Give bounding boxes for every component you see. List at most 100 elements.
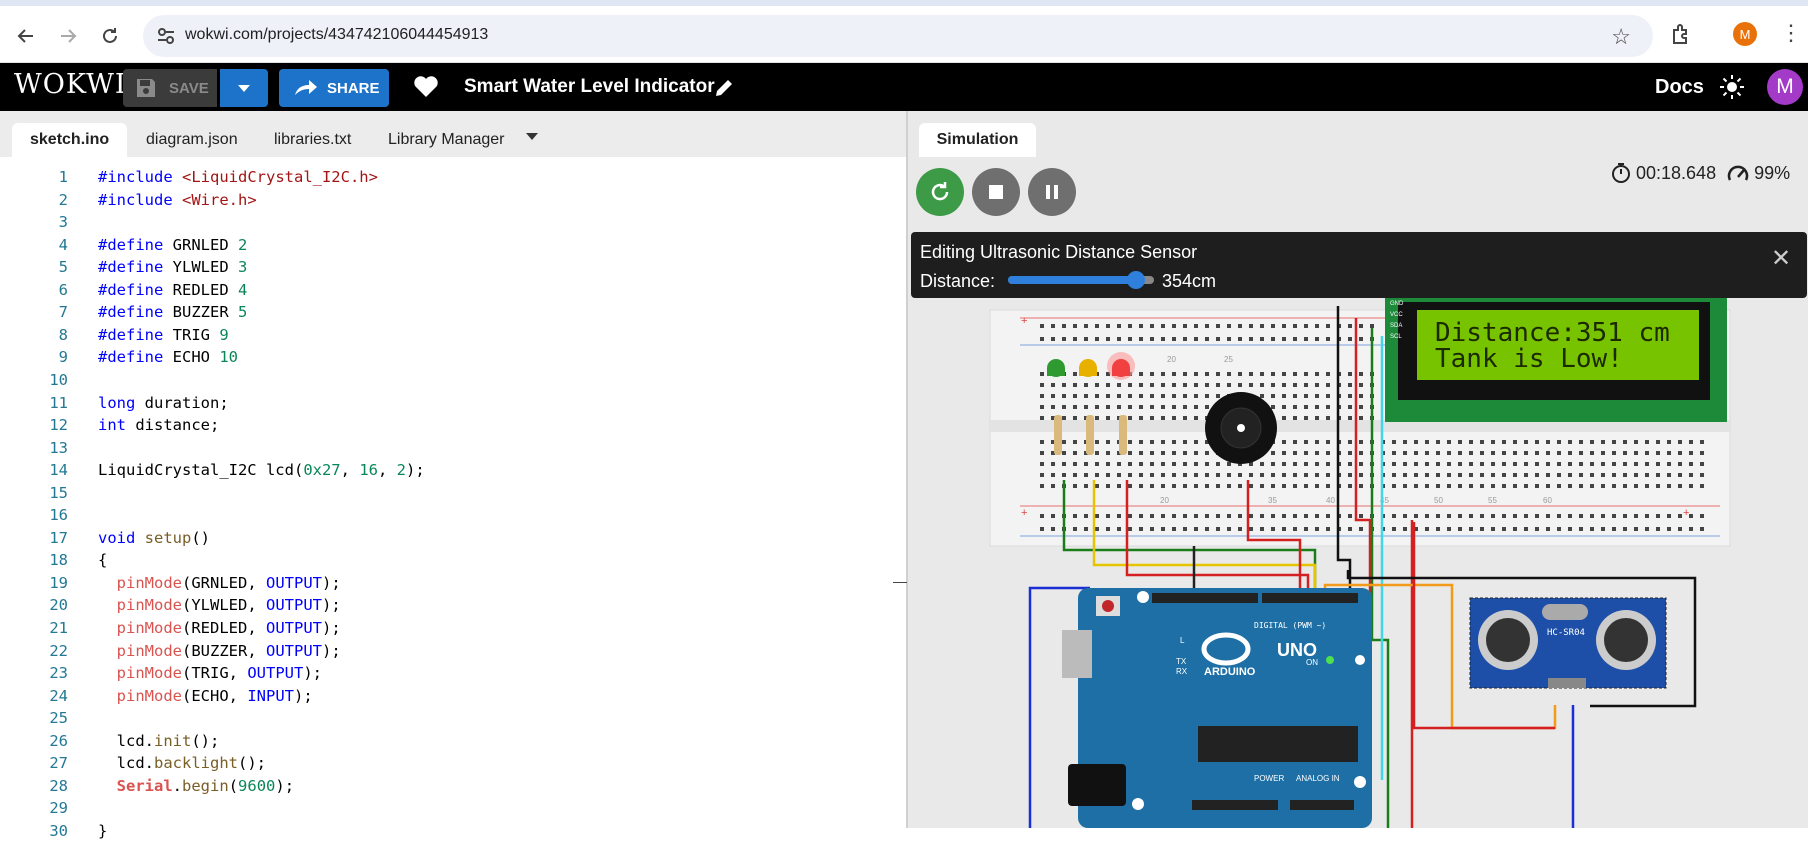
theme-toggle-icon[interactable] [1719,74,1745,100]
menu-dots-icon[interactable]: ⋮ [1780,20,1802,46]
code-line[interactable]: 19 pinMode(GRNLED, OUTPUT); [0,574,890,596]
line-code[interactable]: void setup() [98,529,210,547]
breadboard-hole [1106,473,1110,477]
code-line[interactable]: 24 pinMode(ECHO, INPUT); [0,687,890,709]
back-icon[interactable] [10,20,42,52]
tab-libraries-txt[interactable]: libraries.txt [256,123,369,157]
stop-button[interactable] [972,168,1020,216]
url-text[interactable]: wokwi.com/projects/434742106044454913 [185,26,488,44]
line-code[interactable]: #define TRIG 9 [98,326,229,344]
code-line[interactable]: 20 pinMode(YLWLED, OUTPUT); [0,596,890,618]
tabs-more-chevron-icon[interactable] [526,133,538,140]
heart-icon[interactable] [413,75,439,99]
line-code[interactable]: { [98,551,107,569]
distance-slider-thumb[interactable] [1127,271,1146,289]
code-line[interactable]: 14 LiquidCrystal_I2C lcd(0x27, 16, 2); [0,461,890,483]
bookmark-star-icon[interactable]: ☆ [1611,24,1631,50]
line-code[interactable]: pinMode(YLWLED, OUTPUT); [98,596,341,614]
line-code[interactable]: pinMode(TRIG, OUTPUT); [98,664,322,682]
code-line[interactable]: 11 long duration; [0,394,890,416]
line-code[interactable]: LiquidCrystal_I2C lcd(0x27, 16, 2); [98,461,425,479]
line-code[interactable]: #include <LiquidCrystal_I2C.h> [98,168,378,186]
code-line[interactable]: 9 #define ECHO 10 [0,348,890,370]
buzzer[interactable] [1205,392,1277,464]
line-code[interactable]: pinMode(GRNLED, OUTPUT); [98,574,341,592]
led-yellow[interactable] [1079,359,1097,377]
line-code[interactable]: #define ECHO 10 [98,348,238,366]
save-dropdown-button[interactable] [220,69,268,107]
reload-icon[interactable] [94,20,126,52]
forward-icon[interactable] [52,20,84,52]
code-line[interactable]: 18 { [0,551,890,573]
code-line[interactable]: 29 [0,799,890,821]
code-line[interactable]: 13 [0,439,890,461]
code-line[interactable]: 1 #include <LiquidCrystal_I2C.h> [0,168,890,190]
code-line[interactable]: 28 Serial.begin(9600); [0,777,890,799]
browser-profile-avatar[interactable]: M [1733,22,1757,46]
code-line[interactable]: 21 pinMode(REDLED, OUTPUT); [0,619,890,641]
save-button[interactable]: SAVE [123,69,217,107]
tab-simulation[interactable]: Simulation [919,123,1036,157]
line-code[interactable]: #define BUZZER 5 [98,303,247,321]
line-code[interactable]: #define YLWLED 3 [98,258,247,276]
line-code[interactable]: int distance; [98,416,219,434]
tab-library-manager[interactable]: Library Manager [370,123,523,157]
breadboard-hole [1348,324,1352,328]
code-line[interactable]: 25 [0,709,890,731]
line-code[interactable]: #include <Wire.h> [98,191,257,209]
extensions-icon[interactable] [1668,22,1694,48]
line-code[interactable]: pinMode(BUZZER, OUTPUT); [98,642,341,660]
code-line[interactable]: 3 [0,213,890,235]
code-line[interactable]: 22 pinMode(BUZZER, OUTPUT); [0,642,890,664]
site-info-icon[interactable] [155,25,177,47]
pause-button[interactable] [1028,168,1076,216]
breadboard-hole [1205,484,1209,488]
code-line[interactable]: 17 void setup() [0,529,890,551]
share-button[interactable]: SHARE [279,69,389,107]
code-line[interactable]: 26 lcd.init(); [0,732,890,754]
arduino-uno[interactable]: UNO ARDUINO DIGITAL (PWM ~) ON TX RX L P… [1062,588,1372,828]
code-line[interactable]: 16 [0,506,890,528]
code-line[interactable]: 15 [0,484,890,506]
line-code[interactable]: #define GRNLED 2 [98,236,247,254]
line-code[interactable]: lcd.init(); [98,732,220,750]
code-line[interactable]: 7 #define BUZZER 5 [0,303,890,325]
code-line[interactable]: 27 lcd.backlight(); [0,754,890,776]
line-code[interactable]: #define REDLED 4 [98,281,247,299]
code-line[interactable]: 12 int distance; [0,416,890,438]
code-line[interactable]: 2 #include <Wire.h> [0,191,890,213]
arduino-tx-label: TX [1176,657,1187,666]
project-title[interactable]: Smart Water Level Indicator [464,76,715,98]
code-editor[interactable]: 1 #include <LiquidCrystal_I2C.h> 2 #include… [0,157,906,840]
line-code[interactable]: lcd.backlight(); [98,754,266,772]
circuit-canvas[interactable]: + + + 20 25 20 35 40 45 50 55 60 Distanc… [908,298,1808,828]
code-line[interactable]: 30} [0,822,890,844]
code-line[interactable]: 5 #define YLWLED 3 [0,258,890,280]
code-line[interactable]: 8 #define TRIG 9 [0,326,890,348]
tab-sketch-ino[interactable]: sketch.ino [12,123,128,157]
close-icon[interactable]: ✕ [1771,244,1791,273]
address-bar[interactable]: wokwi.com/projects/434742106044454913 ☆ [143,15,1653,57]
wokwi-logo[interactable]: WOKWI [14,69,127,100]
line-code[interactable]: } [98,822,107,840]
led-green[interactable] [1047,359,1065,377]
code-line[interactable]: 4 #define GRNLED 2 [0,236,890,258]
line-code[interactable]: pinMode(ECHO, INPUT); [98,687,313,705]
code-line[interactable]: 6 #define REDLED 4 [0,281,890,303]
tab-diagram-json[interactable]: diagram.json [128,123,256,157]
code-line[interactable]: 23 pinMode(TRIG, OUTPUT); [0,664,890,686]
restart-button[interactable] [916,168,964,216]
lcd-display[interactable]: Distance:351 cm Tank is Low! GND VCC SDA… [1385,298,1727,422]
ultrasonic-sensor[interactable]: HC-SR04 [1469,597,1667,689]
led-red[interactable] [1107,352,1135,380]
line-code[interactable]: pinMode(REDLED, OUTPUT); [98,619,341,637]
line-code[interactable]: Serial.begin(9600); [98,777,294,795]
pencil-icon[interactable] [713,77,735,99]
code-line[interactable]: 10 [0,371,890,393]
line-code[interactable]: long duration; [98,394,229,412]
docs-link[interactable]: Docs [1655,76,1704,99]
splitter-handle[interactable] [893,582,907,583]
breadboard-hole [1656,473,1660,477]
distance-slider[interactable] [1008,271,1154,289]
user-avatar[interactable]: M [1767,69,1803,105]
